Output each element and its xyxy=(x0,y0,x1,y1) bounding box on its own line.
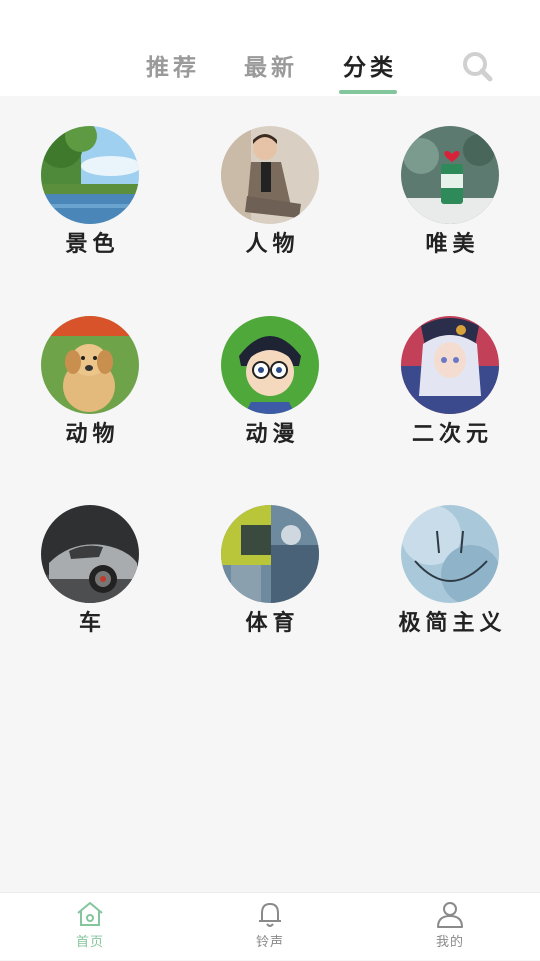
scenery-thumbnail xyxy=(41,126,139,224)
category-aesthetic[interactable]: 唯美 xyxy=(360,126,540,276)
acg-thumbnail xyxy=(401,316,499,414)
category-people-label: 人物 xyxy=(245,232,300,257)
category-scenery-label: 景色 xyxy=(65,232,120,257)
search-button[interactable] xyxy=(460,50,494,82)
bottom-navigation: 首页 铃声 我的 xyxy=(0,892,540,960)
category-cars-label: 车 xyxy=(78,611,106,636)
tab-recommend[interactable]: 推荐 xyxy=(146,48,200,88)
sports-thumbnail xyxy=(221,505,319,603)
minimalism-thumbnail xyxy=(401,505,499,603)
nav-ringtone[interactable]: 铃声 xyxy=(180,893,360,961)
category-people[interactable]: 人物 xyxy=(180,126,360,276)
nav-profile-label: 我的 xyxy=(435,935,464,950)
category-grid: 景色 人物 唯美 动物 动漫 二次元 车 体育 极简主义 xyxy=(0,96,540,892)
category-cars[interactable]: 车 xyxy=(0,505,180,655)
home-icon xyxy=(77,902,103,926)
bell-icon xyxy=(259,903,281,927)
category-animals-label: 动物 xyxy=(65,422,120,447)
category-sports-label: 体育 xyxy=(245,611,300,636)
animals-thumbnail xyxy=(41,316,139,414)
aesthetic-thumbnail xyxy=(401,126,499,224)
anime-thumbnail xyxy=(221,316,319,414)
tab-category[interactable]: 分类 xyxy=(339,48,397,94)
user-icon xyxy=(437,902,463,928)
nav-home[interactable]: 首页 xyxy=(0,893,180,961)
people-thumbnail xyxy=(221,126,319,224)
category-scenery[interactable]: 景色 xyxy=(0,126,180,276)
nav-profile[interactable]: 我的 xyxy=(360,893,540,961)
tab-category-label: 分类 xyxy=(343,55,397,81)
tab-latest-label: 最新 xyxy=(244,55,298,81)
category-minimalism[interactable]: 极简主义 xyxy=(360,505,540,655)
category-sports[interactable]: 体育 xyxy=(180,505,360,655)
top-tab-bar: 推荐 最新 分类 xyxy=(0,0,540,96)
category-aesthetic-label: 唯美 xyxy=(425,232,480,257)
category-anime[interactable]: 动漫 xyxy=(180,316,360,466)
nav-ringtone-label: 铃声 xyxy=(255,935,284,950)
cars-thumbnail xyxy=(41,505,139,603)
category-acg[interactable]: 二次元 xyxy=(360,316,540,466)
category-animals[interactable]: 动物 xyxy=(0,316,180,466)
tab-latest[interactable]: 最新 xyxy=(244,48,298,88)
category-acg-label: 二次元 xyxy=(411,422,493,447)
active-tab-indicator xyxy=(339,90,397,94)
nav-home-label: 首页 xyxy=(75,935,104,950)
tab-recommend-label: 推荐 xyxy=(146,55,200,81)
category-minimalism-label: 极简主义 xyxy=(398,611,507,636)
category-anime-label: 动漫 xyxy=(245,422,300,447)
search-icon xyxy=(463,52,493,82)
